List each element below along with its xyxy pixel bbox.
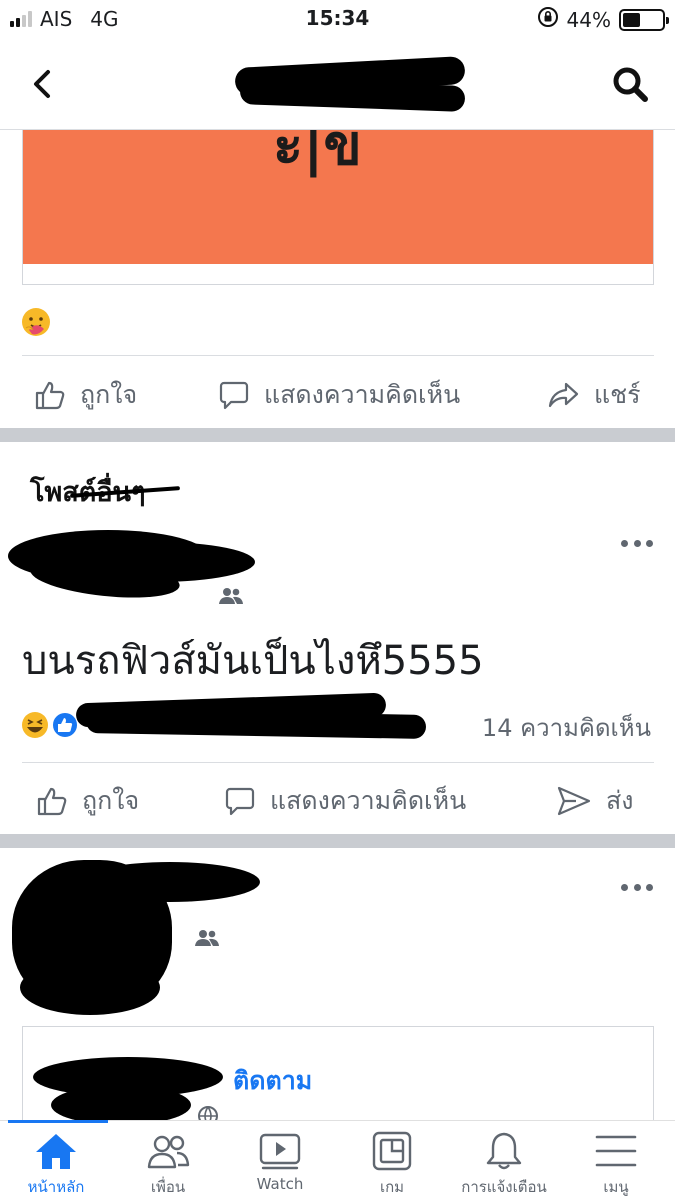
send-icon: [557, 786, 591, 816]
feed-separator: [0, 428, 675, 442]
haha-reaction-icon: [20, 710, 50, 740]
comment-icon: [219, 381, 249, 410]
divider: [22, 762, 654, 763]
rotation-lock-icon: [537, 6, 559, 33]
like-button[interactable]: ถูกใจ: [36, 766, 139, 836]
tab-watch-label: Watch: [256, 1175, 304, 1193]
battery-percent: 44%: [566, 7, 611, 32]
reactor-names-redacted: [75, 688, 436, 748]
like-label: ถูกใจ: [80, 380, 138, 409]
search-icon: [613, 67, 648, 102]
tab-notifications[interactable]: การแจ้งเตือน: [448, 1121, 560, 1200]
friends-audience-icon: [219, 588, 243, 604]
divider: [22, 355, 654, 356]
tab-gaming-label: เกม: [379, 1178, 405, 1196]
tab-friends[interactable]: เพื่อน: [112, 1121, 224, 1200]
feed-separator: [0, 834, 675, 848]
shared-image: ะ|ข: [23, 130, 653, 264]
home-icon: [36, 1134, 76, 1169]
battery-icon: [619, 8, 669, 31]
friends-icon: [147, 1135, 190, 1169]
other-posts-heading: โพสต์อื่นๆ: [30, 470, 181, 513]
tab-home[interactable]: หน้าหลัก: [0, 1121, 112, 1200]
share-label: แชร์: [594, 380, 641, 409]
shared-image-card[interactable]: ะ|ข: [22, 130, 654, 285]
comment-label: แสดงความคิดเห็น: [264, 380, 461, 409]
care-reaction-icon: [20, 306, 50, 336]
search-button[interactable]: [609, 62, 653, 106]
share-button[interactable]: แชร์: [546, 360, 641, 430]
image-text-fragment: ะ|ข: [273, 130, 362, 178]
post-two-text: บนรถฟิวส์มันเป็นไงหึ5555: [22, 638, 484, 684]
tab-menu-label: เมนู: [603, 1178, 629, 1196]
tab-notifications-label: การแจ้งเตือน: [461, 1178, 547, 1196]
like-label: ถูกใจ: [82, 786, 140, 815]
comment-label: แสดงความคิดเห็น: [270, 786, 467, 815]
watch-icon: [259, 1133, 301, 1170]
like-button[interactable]: ถูกใจ: [34, 360, 137, 430]
post-two-action-bar: ถูกใจ แสดงความคิดเห็น ส่ง: [0, 766, 675, 836]
post-three-author-redacted: [0, 850, 270, 1025]
gaming-icon: [372, 1131, 412, 1171]
chevron-left-icon: [34, 70, 50, 98]
menu-icon: [595, 1135, 637, 1167]
top-nav-bar: [0, 40, 675, 130]
tab-menu[interactable]: เมนู: [560, 1121, 672, 1200]
thumbs-up-icon: [35, 381, 65, 410]
comment-count[interactable]: 14 ความคิดเห็น: [482, 708, 651, 747]
send-label: ส่ง: [606, 786, 634, 815]
bottom-tab-bar: หน้าหลัก เพื่อน Watch เกม การแจ้งเตือน เ…: [0, 1120, 675, 1200]
tab-friends-label: เพื่อน: [150, 1178, 186, 1196]
comment-button[interactable]: แสดงความคิดเห็น: [224, 766, 466, 836]
thumbs-up-icon: [37, 787, 67, 816]
share-arrow-icon: [548, 382, 579, 408]
tab-gaming[interactable]: เกม: [336, 1121, 448, 1200]
follow-button[interactable]: ติดตาม: [233, 1061, 312, 1101]
post-two-more-button[interactable]: [621, 540, 653, 550]
comment-icon: [225, 787, 255, 816]
send-button[interactable]: ส่ง: [556, 766, 633, 836]
back-button[interactable]: [26, 62, 66, 106]
post-one-action-bar: ถูกใจ แสดงความคิดเห็น แชร์: [0, 360, 675, 430]
comment-button[interactable]: แสดงความคิดเห็น: [218, 360, 460, 430]
tab-home-label: หน้าหลัก: [27, 1178, 85, 1196]
friends-audience-icon: [195, 930, 219, 946]
tab-watch[interactable]: Watch: [224, 1121, 336, 1200]
bell-icon: [486, 1132, 522, 1170]
post-three-more-button[interactable]: [621, 884, 653, 894]
status-bar: AIS 4G 15:34 44%: [0, 0, 675, 40]
